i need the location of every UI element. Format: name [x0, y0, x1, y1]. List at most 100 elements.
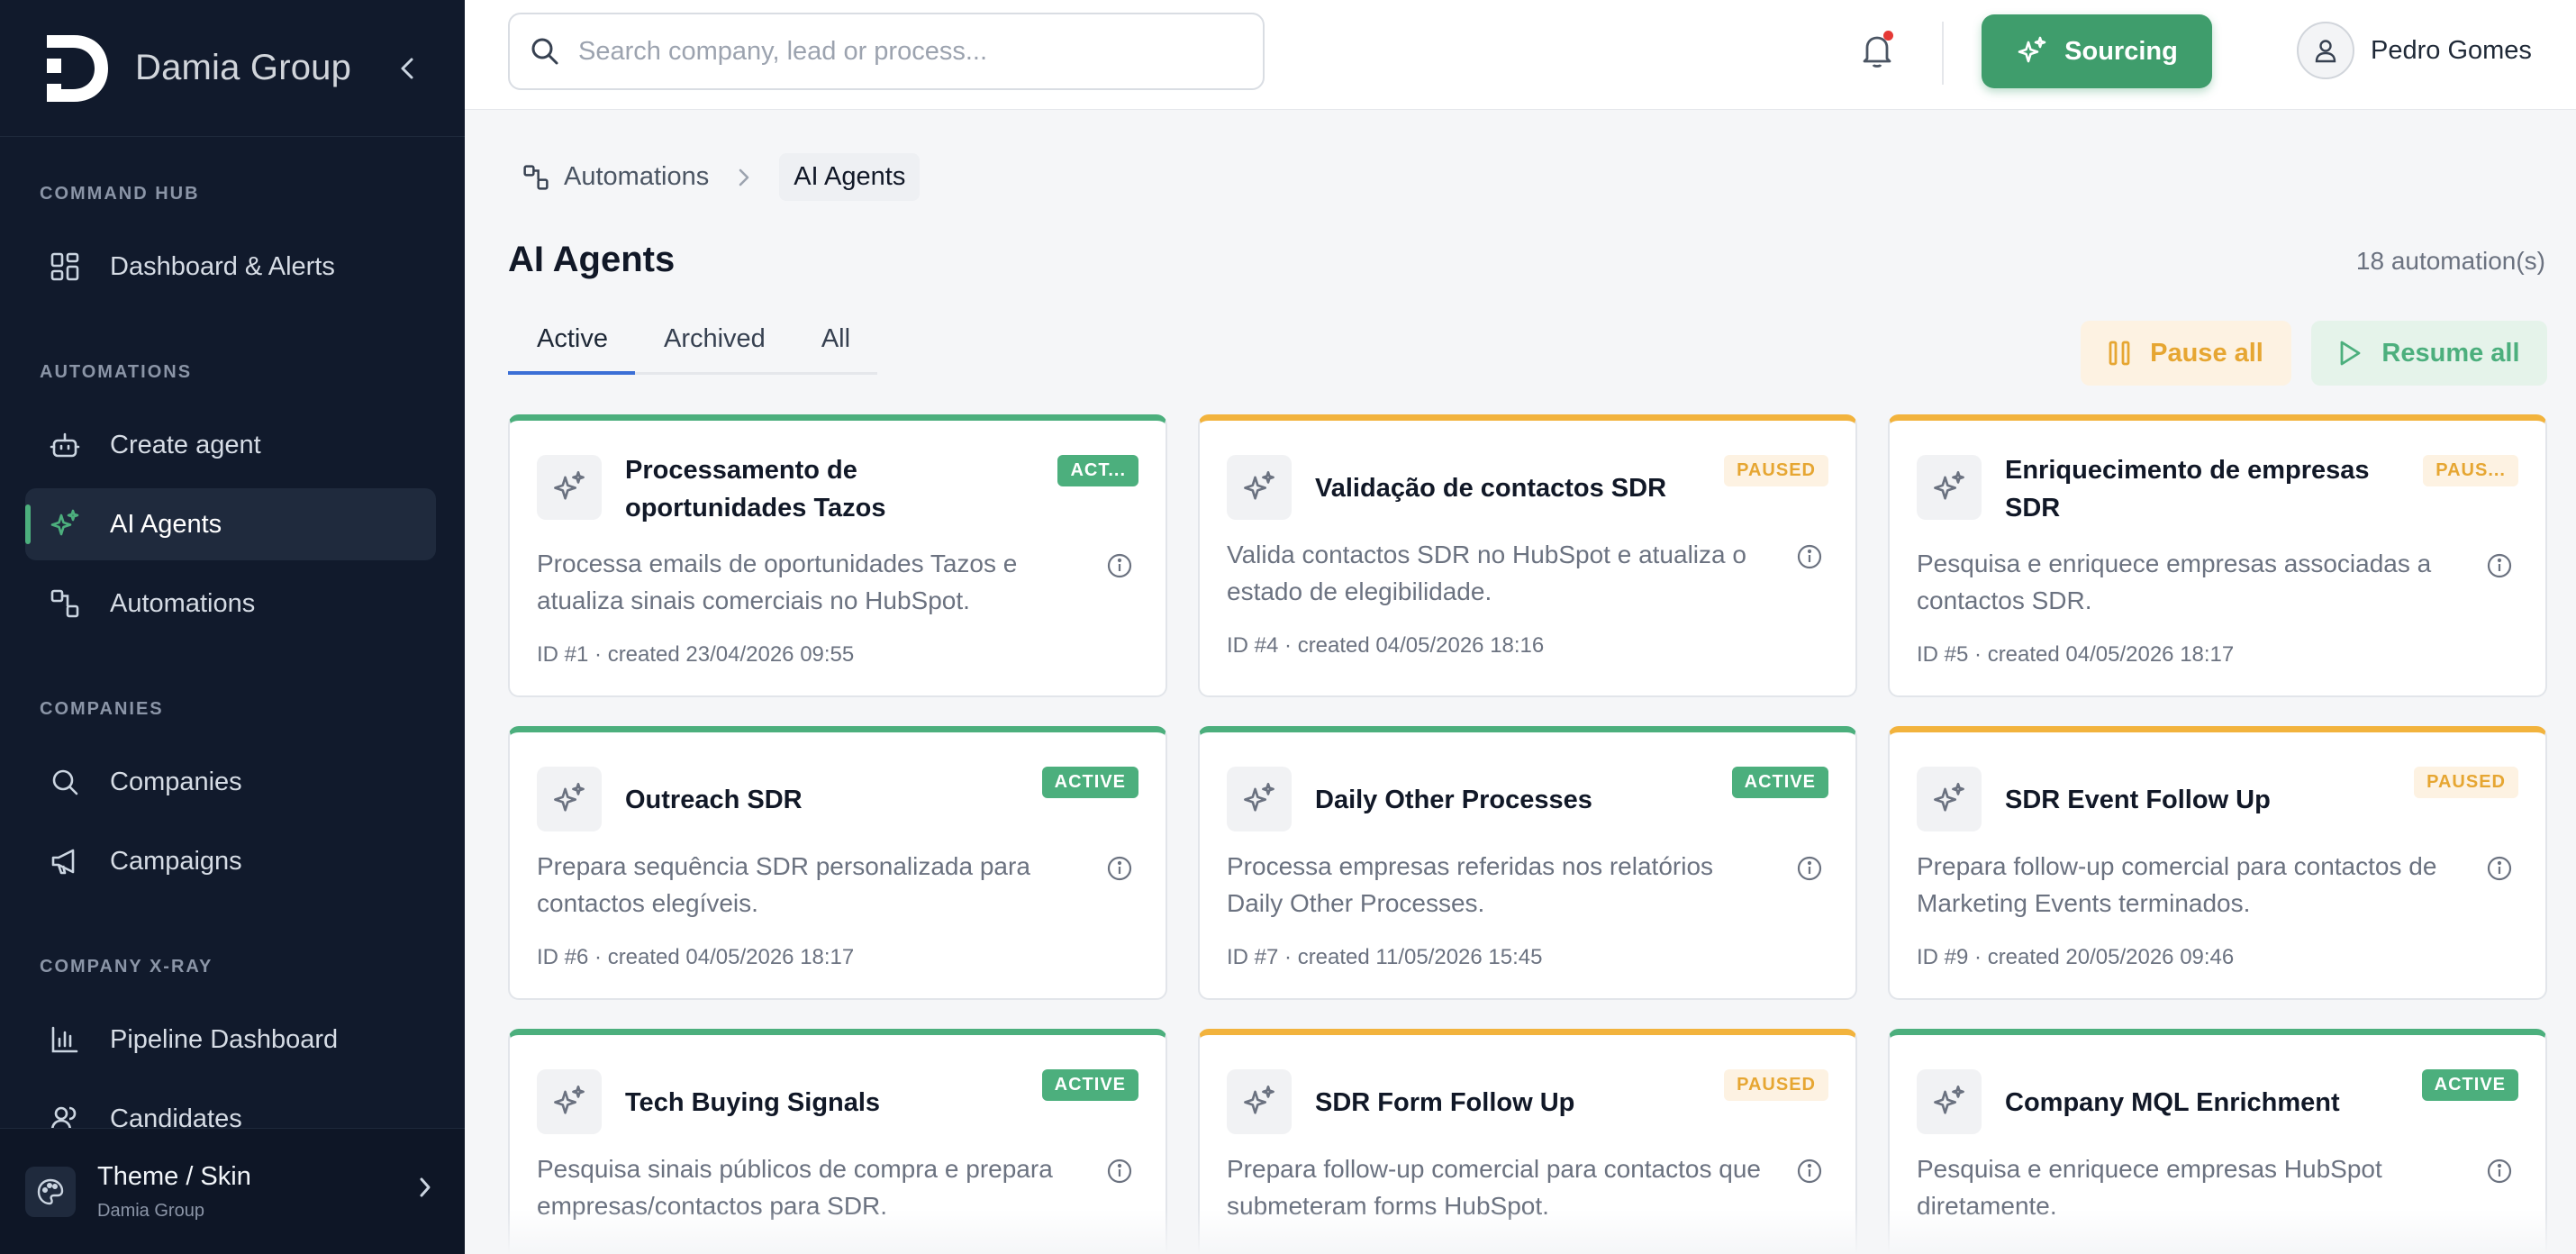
- dashboard-icon: [47, 249, 83, 285]
- sidebar-item-label: Automations: [110, 588, 256, 618]
- agent-card[interactable]: Daily Other Processes ACTIVE Processa em…: [1198, 726, 1857, 1000]
- search-input[interactable]: [578, 36, 1209, 67]
- theme-text: Theme / Skin Damia Group: [97, 1162, 251, 1222]
- resume-all-button[interactable]: Resume all: [2311, 321, 2547, 386]
- agent-card[interactable]: SDR Form Follow Up PAUSED Prepara follow…: [1198, 1029, 1857, 1254]
- workflow-icon: [522, 164, 549, 191]
- brand-logo-icon: [47, 34, 108, 102]
- search-icon: [531, 38, 558, 65]
- sidebar-item-pipeline-dashboard[interactable]: Pipeline Dashboard: [25, 1004, 436, 1076]
- info-icon[interactable]: [2486, 1158, 2513, 1185]
- sidebar-item-dashboard-alerts[interactable]: Dashboard & Alerts: [25, 231, 436, 303]
- agent-meta: ID #7 · created 11/05/2026 15:45: [1227, 945, 1543, 969]
- search-box[interactable]: [508, 13, 1265, 90]
- agent-description: Processa empresas referidas nos relatóri…: [1227, 852, 1714, 917]
- pause-icon: [2109, 340, 2130, 367]
- sidebar-item-campaigns[interactable]: Campaigns: [25, 825, 436, 897]
- sparkles-icon: [1227, 1069, 1292, 1134]
- sourcing-label: Sourcing: [2064, 36, 2178, 66]
- info-icon[interactable]: [2486, 552, 2513, 579]
- agent-title: SDR Form Follow Up: [1315, 1088, 1575, 1117]
- agent-meta: ID #6 · created 04/05/2026 18:17: [537, 945, 855, 969]
- sourcing-button[interactable]: Sourcing: [1982, 14, 2212, 88]
- sparkles-icon: [537, 1069, 602, 1134]
- agent-card[interactable]: Validação de contactos SDR PAUSED Valida…: [1198, 414, 1857, 697]
- agent-description: Processa emails de oportunidades Tazos e…: [537, 550, 1018, 614]
- agent-title: Company MQL Enrichment: [2005, 1088, 2340, 1117]
- tab-active[interactable]: Active: [508, 324, 635, 375]
- sidebar-item-label: Pipeline Dashboard: [110, 1024, 339, 1054]
- user-menu[interactable]: Pedro Gomes: [2297, 22, 2532, 79]
- resume-all-label: Resume all: [2381, 338, 2520, 368]
- sidebar-item-automations[interactable]: Automations: [25, 568, 436, 640]
- agent-meta: ID #4 · created 04/05/2026 18:16: [1227, 633, 1545, 658]
- automation-count: 18 automation(s): [2355, 247, 2545, 275]
- agent-card[interactable]: SDR Event Follow Up PAUSED Prepara follo…: [1888, 726, 2547, 1000]
- agent-card[interactable]: Processamento de oportunidades Tazos ACT…: [508, 414, 1167, 697]
- tab-archived[interactable]: Archived: [635, 324, 793, 372]
- info-icon[interactable]: [1106, 1158, 1133, 1185]
- user-icon: [2315, 40, 2336, 63]
- agent-description: Pesquisa e enriquece empresas HubSpot di…: [1917, 1155, 2382, 1220]
- workflow-icon: [47, 586, 83, 622]
- pause-all-button[interactable]: Pause all: [2081, 321, 2291, 386]
- theme-title: Theme / Skin: [97, 1161, 251, 1191]
- agent-card[interactable]: Enriquecimento de empresas SDR PAUS... P…: [1888, 414, 2547, 697]
- robot-icon: [47, 427, 83, 463]
- palette-icon: [25, 1166, 76, 1217]
- agent-card[interactable]: Company MQL Enrichment ACTIVE Pesquisa e…: [1888, 1029, 2547, 1254]
- collapse-sidebar-button[interactable]: [391, 52, 423, 85]
- status-badge: ACT...: [1057, 455, 1138, 486]
- chevron-right-icon: [738, 168, 750, 187]
- info-icon[interactable]: [1106, 552, 1133, 579]
- agent-title: Daily Other Processes: [1315, 786, 1592, 814]
- sparkles-icon: [1227, 767, 1292, 831]
- agent-title: Processamento de oportunidades Tazos: [625, 456, 886, 522]
- megaphone-icon: [47, 843, 83, 879]
- info-icon[interactable]: [1796, 1158, 1823, 1185]
- theme-skin-selector[interactable]: Theme / Skin Damia Group: [0, 1128, 465, 1254]
- sidebar-item-companies[interactable]: Companies: [25, 746, 436, 818]
- tab-bar: Active Archived All: [508, 324, 878, 375]
- notifications-button[interactable]: [1852, 25, 1902, 76]
- agent-title: Enriquecimento de empresas SDR: [2005, 456, 2370, 522]
- info-icon[interactable]: [1796, 855, 1823, 882]
- sidebar-item-label: Dashboard & Alerts: [110, 251, 335, 281]
- agent-description: Prepara follow-up comercial para contact…: [1227, 1155, 1761, 1220]
- status-badge: PAUS...: [2423, 455, 2518, 486]
- section-title-companies: COMPANIES: [40, 699, 164, 719]
- search-icon: [47, 764, 83, 800]
- status-badge: PAUSED: [2414, 767, 2518, 798]
- status-badge: PAUSED: [1724, 455, 1828, 486]
- agent-title: SDR Event Follow Up: [2005, 786, 2271, 814]
- sidebar-item-label: Companies: [110, 767, 242, 796]
- avatar: [2297, 22, 2354, 79]
- agent-description: Prepara follow-up comercial para contact…: [1917, 852, 2437, 917]
- breadcrumb-current: AI Agents: [779, 153, 921, 201]
- sparkles-icon: [47, 506, 83, 542]
- agent-card[interactable]: Outreach SDR ACTIVE Prepara sequência SD…: [508, 726, 1167, 1000]
- chevron-left-icon: [401, 58, 413, 78]
- divider: [1942, 22, 1944, 85]
- sparkles-icon: [2016, 35, 2048, 68]
- agent-title: Validação de contactos SDR: [1315, 474, 1667, 503]
- agent-title: Tech Buying Signals: [625, 1088, 881, 1117]
- status-badge: ACTIVE: [1041, 1069, 1138, 1101]
- agent-description: Pesquisa sinais públicos de compra e pre…: [537, 1155, 1053, 1220]
- info-icon[interactable]: [2486, 855, 2513, 882]
- sidebar-item-ai-agents[interactable]: AI Agents: [25, 488, 436, 560]
- agent-description: Valida contactos SDR no HubSpot e atuali…: [1227, 541, 1746, 605]
- info-icon[interactable]: [1106, 855, 1133, 882]
- agent-card[interactable]: Tech Buying Signals ACTIVE Pesquisa sina…: [508, 1029, 1167, 1254]
- tab-all[interactable]: All: [793, 324, 877, 372]
- sidebar: Damia Group COMMAND HUB Dashboard & Aler…: [0, 0, 465, 1254]
- bar-chart-icon: [47, 1022, 83, 1058]
- breadcrumb-automations[interactable]: Automations: [522, 162, 709, 192]
- user-name: Pedro Gomes: [2371, 35, 2532, 65]
- info-icon[interactable]: [1796, 543, 1823, 570]
- sidebar-item-create-agent[interactable]: Create agent: [25, 409, 436, 481]
- agent-meta: ID #1 · created 23/04/2026 09:55: [537, 642, 855, 667]
- sparkles-icon: [537, 767, 602, 831]
- page-title: AI Agents: [508, 240, 676, 279]
- theme-subtitle: Damia Group: [97, 1200, 204, 1221]
